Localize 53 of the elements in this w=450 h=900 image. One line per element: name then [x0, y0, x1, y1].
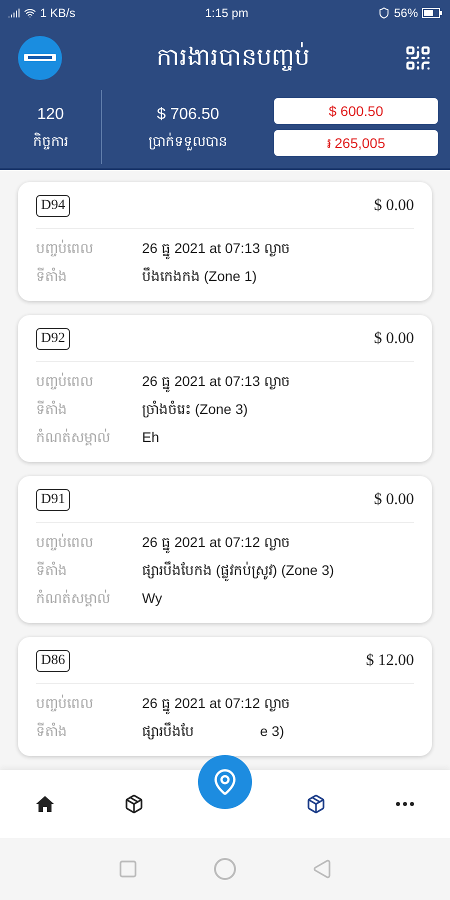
- battery-percent: 56%: [394, 4, 418, 20]
- logo-icon: [18, 36, 62, 80]
- order-code: D86: [36, 650, 70, 672]
- shield-icon: [378, 6, 390, 18]
- field-value: Eh: [142, 428, 160, 447]
- field-value: បឹងកេងកង (Zone 1): [142, 266, 257, 286]
- order-price: $ 12.00: [366, 651, 414, 671]
- field-label: ទីតាំង: [36, 722, 68, 741]
- order-card[interactable]: D92 $ 0.00 បញ្ចប់ពេល 26 ធ្នូ 2021 at 07:13 ល្ងាច ទីតាំង ច្រាំងចំរេះ (Zone 3) កំណត់សម្គាល់ Eh: [18, 315, 432, 462]
- battery-icon: [422, 8, 442, 18]
- order-price: $ 0.00: [374, 329, 414, 349]
- package-icon: [124, 794, 144, 814]
- amount-tag: ៛ 265,005: [274, 130, 438, 156]
- amount-tag: $ 600.50: [274, 98, 438, 124]
- field-label: បញ្ចប់ពេល: [36, 372, 94, 391]
- task-count: 120: [37, 105, 64, 125]
- home-icon: [36, 796, 54, 812]
- field-label: បញ្ចប់ពេល: [36, 694, 94, 713]
- field-label: កំណត់សម្គាល់: [36, 428, 111, 447]
- field-value: ផ្សារបឹងបែកង (ផ្លូវកប់ស្រូវ) (Zone 3): [142, 560, 334, 580]
- field-value: e 3): [260, 722, 284, 741]
- signal-icon: [8, 6, 20, 18]
- field-value: Wy: [142, 589, 162, 608]
- package-icon: [306, 794, 326, 814]
- page-title: ការងារបានបញ្ចប់: [156, 42, 310, 73]
- field-value: 26 ធ្នូ 2021 at 07:13 ល្ងាច: [142, 371, 290, 391]
- network-speed: 1 KB/s: [40, 4, 76, 20]
- wifi-icon: [24, 6, 36, 18]
- order-card[interactable]: D86 $ 12.00 បញ្ចប់ពេល 26 ធ្នូ 2021 at 07:12 ល្ងាច ទីតាំង ផ្សារបឹងបែ e 3): [18, 637, 432, 756]
- field-label: ទីតាំង: [36, 266, 68, 286]
- order-code: D94: [36, 195, 70, 217]
- total-income: $ 706.50: [156, 105, 220, 125]
- total-income-label: ប្រាក់ទទួលបាន: [148, 132, 228, 151]
- field-label: បញ្ចប់ពេល: [36, 532, 94, 552]
- field-label: បញ្ចប់ពេល: [36, 238, 94, 258]
- field-value: ច្រាំងចំរេះ (Zone 3): [142, 400, 248, 419]
- order-code: D92: [36, 328, 70, 350]
- task-count-label: កិច្ចការ: [33, 132, 68, 151]
- more-icon: [396, 802, 414, 806]
- order-code: D91: [36, 489, 70, 511]
- field-value: ផ្សារបឹងបែ: [142, 721, 194, 741]
- field-value: 26 ធ្នូ 2021 at 07:12 ល្ងាច: [142, 693, 290, 713]
- order-price: $ 0.00: [374, 490, 414, 510]
- order-card[interactable]: D94 $ 0.00 បញ្ចប់ពេល 26 ធ្នូ 2021 at 07:13 ល្ងាច ទីតាំង បឹងកេងកង (Zone 1): [18, 182, 432, 301]
- field-value: 26 ធ្នូ 2021 at 07:12 ល្ងាច: [142, 532, 290, 552]
- clock: 1:15 pm: [204, 4, 248, 20]
- field-label: កំណត់សម្គាល់: [36, 588, 111, 608]
- order-price: $ 0.00: [374, 196, 414, 216]
- field-label: ទីតាំង: [36, 400, 68, 419]
- qr-code-icon[interactable]: [404, 44, 432, 72]
- field-value: 26 ធ្នូ 2021 at 07:13 ល្ងាច: [142, 238, 290, 258]
- order-card[interactable]: D91 $ 0.00 បញ្ចប់ពេល 26 ធ្នូ 2021 at 07:12 ល្ងាច ទីតាំង ផ្សារបឹងបែកង (ផ្លូវកប់ស្រូវ) (Zone 3) កំណត់សម្គាល់ Wy: [18, 476, 432, 623]
- field-label: ទីតាំង: [36, 560, 68, 580]
